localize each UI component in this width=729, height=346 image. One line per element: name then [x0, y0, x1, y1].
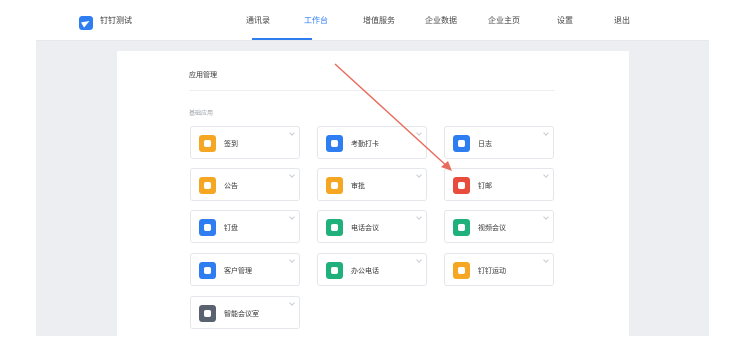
- arrow-line: [334, 63, 450, 169]
- annotation-arrow: [334, 63, 452, 171]
